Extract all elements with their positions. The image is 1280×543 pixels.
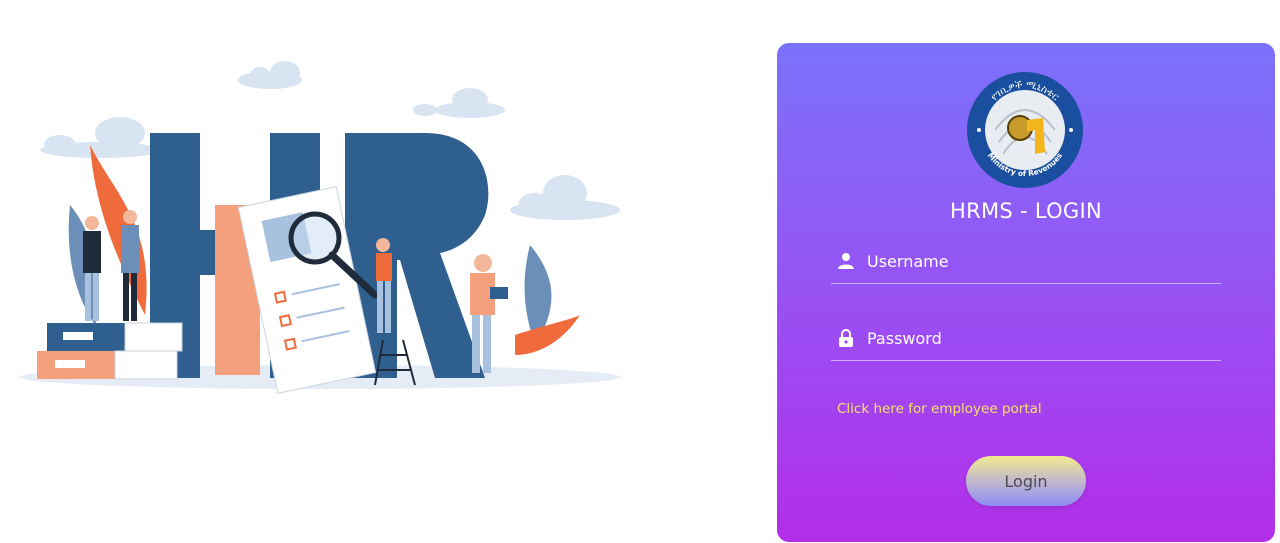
password-field	[831, 317, 1221, 361]
hr-illustration	[20, 61, 620, 394]
login-button[interactable]: Login	[966, 456, 1086, 506]
ministry-of-revenues-logo: የገቢዎች ሚኒስቴር Ministry of Revenues	[967, 72, 1083, 188]
user-icon	[838, 253, 854, 269]
login-title: HRMS - LOGIN	[949, 199, 1102, 223]
lock-icon	[839, 329, 853, 347]
person-with-laptop	[470, 254, 508, 373]
plant-leaf-orange-right	[515, 315, 580, 355]
username-field	[831, 240, 1221, 284]
login-page: የገቢዎች ሚኒስቴር Ministry of Revenues HRMS - …	[0, 0, 1280, 543]
binders-stack	[37, 322, 183, 380]
login-card: የገቢዎች ሚኒስቴር Ministry of Revenues HRMS - …	[777, 43, 1275, 542]
password-input[interactable]	[867, 325, 1207, 351]
employee-portal-link[interactable]: Click here for employee portal	[837, 401, 1042, 417]
username-input[interactable]	[867, 248, 1207, 274]
